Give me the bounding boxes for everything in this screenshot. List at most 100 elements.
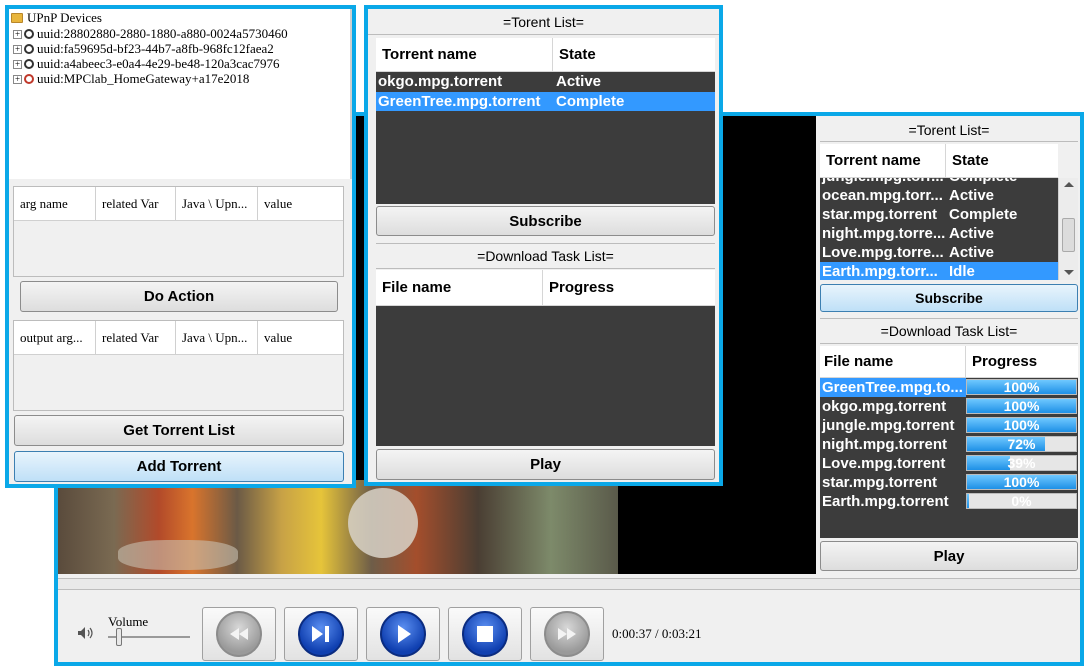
tree-node[interactable]: + uuid:a4abeec3-e0a4-4e29-be48-120a3cac7… <box>13 57 280 71</box>
progress-bar: 100% <box>966 398 1077 414</box>
device-icon <box>24 44 34 54</box>
right-download-list[interactable]: GreenTree.mpg.to... 100% okgo.mpg.torrent 1… <box>820 378 1078 538</box>
right-col-file-name[interactable]: File name <box>820 346 966 377</box>
torrent-list-title: =Torent List= <box>368 9 719 35</box>
download-row[interactable]: night.mpg.torrent <box>820 435 966 454</box>
right-download-header: File name Progress <box>820 346 1078 378</box>
list-item[interactable]: star.mpg.torrent Complete <box>820 205 1058 224</box>
fast-forward-icon <box>544 611 590 657</box>
stop-button[interactable] <box>448 607 522 661</box>
args-table-header: arg name related Var Java \ Upn... value <box>14 187 343 221</box>
expand-plus-icon[interactable]: + <box>13 74 22 84</box>
stop-icon <box>462 611 508 657</box>
tree-node[interactable]: + uuid:fa59695d-bf23-44b7-a8fb-968fc12fa… <box>13 42 274 56</box>
tree-node-label: uuid:MPClab_HomeGateway+a17e2018 <box>37 71 250 86</box>
tree-root-label: UPnP Devices <box>27 10 102 25</box>
progress-bar: 0% <box>966 493 1077 509</box>
play-icon <box>380 611 426 657</box>
tree-root[interactable]: UPnP Devices <box>11 11 102 25</box>
col-java-upnp[interactable]: Java \ Upn... <box>176 321 258 354</box>
download-row[interactable]: jungle.mpg.torrent <box>820 416 966 435</box>
col-progress[interactable]: Progress <box>543 270 713 305</box>
right-col-torrent-name[interactable]: Torrent name <box>820 144 946 177</box>
download-file-name: GreenTree.mpg.to... <box>822 379 963 396</box>
output-table[interactable]: output arg... related Var Java \ Upn... … <box>13 320 344 411</box>
right-torrent-list[interactable]: jungle.mpg.torr... Complete ocean.mpg.to… <box>820 178 1058 280</box>
subscribe-button[interactable]: Subscribe <box>376 206 715 236</box>
progress-text: 100% <box>1003 474 1040 490</box>
expand-plus-icon[interactable]: + <box>13 59 22 69</box>
volume-label: Volume <box>108 614 149 629</box>
download-task-list[interactable] <box>376 306 715 446</box>
col-java-upnp[interactable]: Java \ Upn... <box>176 187 258 220</box>
right-col-progress[interactable]: Progress <box>966 346 1076 377</box>
download-row[interactable]: star.mpg.torrent <box>820 473 966 492</box>
col-file-name[interactable]: File name <box>376 270 543 305</box>
play-button[interactable] <box>366 607 440 661</box>
list-item-name: jungle.mpg.torr... <box>820 178 947 186</box>
right-list-scrollbar[interactable] <box>1058 178 1078 280</box>
list-item[interactable]: okgo.mpg.torrent Active <box>376 72 715 91</box>
progress-text: 100% <box>1003 398 1040 414</box>
list-item[interactable]: Love.mpg.torre... Active <box>820 243 1058 262</box>
args-table[interactable]: arg name related Var Java \ Upn... value <box>13 186 344 277</box>
volume-speaker-icon[interactable] <box>76 626 96 643</box>
tree-node-label: uuid:a4abeec3-e0a4-4e29-be48-120a3cac797… <box>37 56 280 71</box>
get-torrent-list-button[interactable]: Get Torrent List <box>14 415 344 446</box>
scrollbar-thumb[interactable] <box>1062 218 1075 252</box>
list-item-name: okgo.mpg.torrent <box>378 73 503 90</box>
list-item-name: night.mpg.torre... <box>822 225 946 242</box>
play-pause-button[interactable] <box>284 607 358 661</box>
progress-bar: 100% <box>966 417 1077 433</box>
volume-slider-thumb[interactable] <box>116 628 122 646</box>
right-subscribe-button[interactable]: Subscribe <box>820 284 1078 312</box>
list-item-selected[interactable]: GreenTree.mpg.torrent Complete <box>376 92 715 111</box>
list-item-state: Complete <box>556 93 625 110</box>
tree-node[interactable]: + uuid:28802880-2880-1880-a880-0024a5730… <box>13 27 288 41</box>
torrent-list[interactable]: okgo.mpg.torrent Active GreenTree.mpg.to… <box>376 72 715 204</box>
right-play-button[interactable]: Play <box>820 541 1078 571</box>
progress-text: 100% <box>1003 379 1040 395</box>
progress-text: 0% <box>1011 493 1032 509</box>
list-item[interactable]: night.mpg.torre... Active <box>820 224 1058 243</box>
download-row[interactable]: Love.mpg.torrent <box>820 454 966 473</box>
rewind-button[interactable] <box>202 607 276 661</box>
fast-forward-button[interactable] <box>530 607 604 661</box>
list-item[interactable]: ocean.mpg.torr... Active <box>820 186 1058 205</box>
progress-bar: 39% <box>966 455 1077 471</box>
expand-plus-icon[interactable]: + <box>13 44 22 54</box>
list-item-state: Active <box>949 225 995 242</box>
download-row[interactable]: okgo.mpg.torrent <box>820 397 966 416</box>
list-item[interactable]: jungle.mpg.torr... Complete <box>820 178 1058 186</box>
progress-text: 100% <box>1003 417 1040 433</box>
tree-node[interactable]: + uuid:MPClab_HomeGateway+a17e2018 <box>13 72 249 86</box>
output-table-header: output arg... related Var Java \ Upn... … <box>14 321 343 355</box>
col-torrent-name[interactable]: Torrent name <box>376 38 553 71</box>
list-item-name: GreenTree.mpg.torrent <box>378 93 541 110</box>
scroll-up-icon[interactable] <box>1064 182 1074 187</box>
col-value[interactable]: value <box>258 187 342 220</box>
list-item-state: Complete <box>949 206 1018 223</box>
download-file-name: night.mpg.torrent <box>822 436 947 453</box>
upnp-device-tree[interactable]: UPnP Devices + uuid:28802880-2880-1880-a… <box>9 9 352 179</box>
col-output-arg[interactable]: output arg... <box>14 321 96 354</box>
list-item-selected[interactable]: Earth.mpg.torr... Idle <box>820 262 1058 280</box>
col-state[interactable]: State <box>553 38 713 71</box>
add-torrent-button[interactable]: Add Torrent <box>14 451 344 482</box>
scroll-down-icon[interactable] <box>1064 270 1074 275</box>
do-action-button[interactable]: Do Action <box>20 281 338 312</box>
download-row-selected[interactable]: GreenTree.mpg.to... <box>820 378 966 397</box>
device-icon <box>24 29 34 39</box>
seek-bar[interactable] <box>58 578 1080 590</box>
download-row[interactable]: Earth.mpg.torrent <box>820 492 966 511</box>
list-item-state: Active <box>556 73 602 90</box>
download-file-name: Love.mpg.torrent <box>822 455 946 472</box>
col-arg-name[interactable]: arg name <box>14 187 96 220</box>
progress-text: 72% <box>1007 436 1036 452</box>
right-col-state[interactable]: State <box>946 144 1056 177</box>
col-related-var[interactable]: related Var <box>96 187 176 220</box>
expand-plus-icon[interactable]: + <box>13 29 22 39</box>
play-button-torrent-window[interactable]: Play <box>376 449 715 480</box>
col-value[interactable]: value <box>258 321 342 354</box>
col-related-var[interactable]: related Var <box>96 321 176 354</box>
